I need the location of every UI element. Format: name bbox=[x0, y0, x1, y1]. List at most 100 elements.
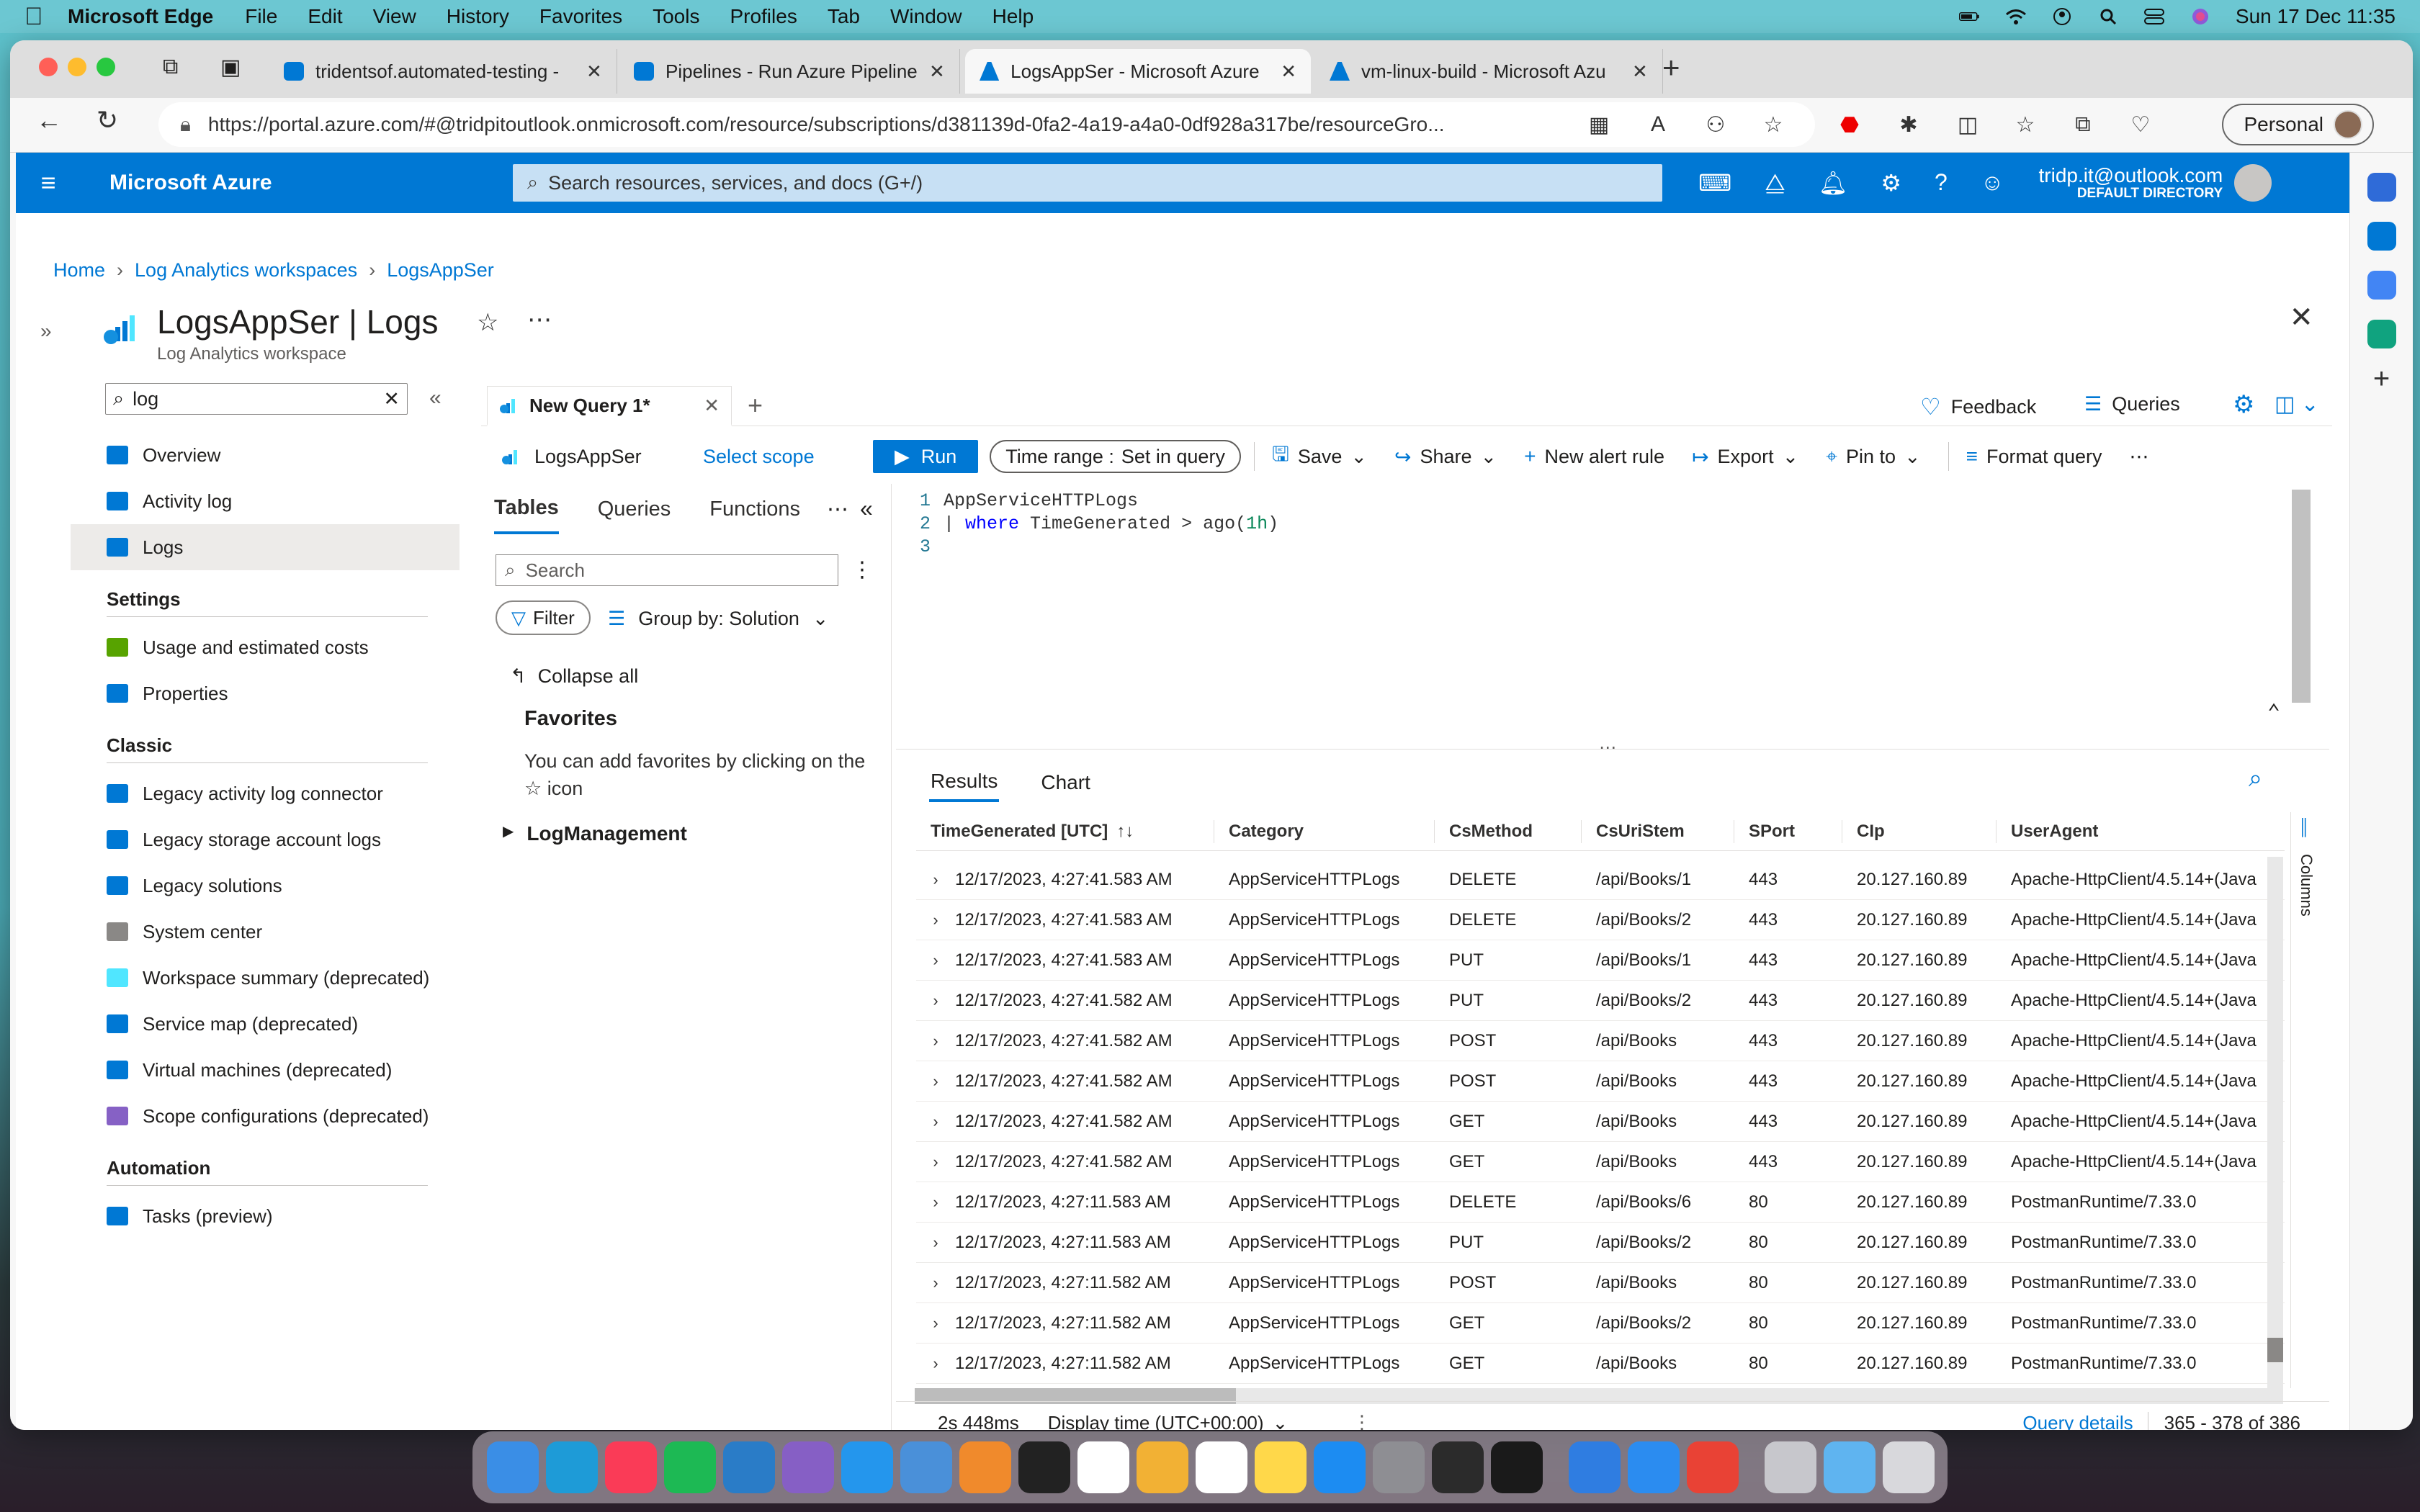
editor-resize-handle[interactable]: ⋯ bbox=[1599, 737, 1618, 758]
table-row[interactable]: › 12/17/2023, 4:27:41.583 AM AppServiceHTT… bbox=[916, 940, 2285, 981]
browser-tab-2[interactable]: Pipelines - Run Azure Pipelines ✕ bbox=[619, 49, 960, 94]
photos-icon[interactable] bbox=[1137, 1441, 1188, 1493]
col-csmethod[interactable]: CsMethod bbox=[1435, 819, 1582, 843]
table-row[interactable]: › 12/17/2023, 4:27:41.583 AM AppServiceHTT… bbox=[916, 900, 2285, 940]
directories-filter-icon[interactable]: ⧋ bbox=[1765, 169, 1785, 197]
pages-icon[interactable] bbox=[959, 1441, 1011, 1493]
feedback-icon[interactable]: ☺ bbox=[1981, 169, 2004, 197]
reading-tracker-icon[interactable]: ⚇ bbox=[1703, 112, 1729, 138]
expand-row-chevron-icon[interactable]: › bbox=[916, 1153, 955, 1171]
table-row[interactable]: › 12/17/2023, 4:27:41.582 AM AppServiceHTT… bbox=[916, 1021, 2285, 1061]
col-sport[interactable]: SPort bbox=[1734, 819, 1842, 843]
app-store-icon[interactable] bbox=[1314, 1441, 1366, 1493]
breadcrumb-logsappser[interactable]: LogsAppSer bbox=[387, 259, 494, 282]
notifications-bell-icon[interactable]: 🔔︎ bbox=[1819, 169, 1848, 197]
app-available-icon[interactable]: ▦ bbox=[1586, 112, 1612, 138]
notes-icon[interactable] bbox=[1255, 1441, 1307, 1493]
expand-row-chevron-icon[interactable]: › bbox=[916, 1112, 955, 1131]
expand-row-chevron-icon[interactable]: › bbox=[916, 1274, 955, 1292]
menu-file[interactable]: File bbox=[245, 5, 277, 28]
more-options-icon[interactable]: ⋯ bbox=[2130, 446, 2149, 468]
expand-row-chevron-icon[interactable]: › bbox=[916, 991, 955, 1010]
battery-icon[interactable] bbox=[1958, 7, 1981, 26]
back-icon[interactable]: ← bbox=[36, 105, 62, 135]
edge-icon[interactable] bbox=[546, 1441, 598, 1493]
collapse-menu-icon[interactable]: « bbox=[429, 386, 442, 410]
docker-icon[interactable] bbox=[841, 1441, 893, 1493]
col-timegenerated[interactable]: TimeGenerated [UTC] ↑↓ bbox=[916, 819, 1214, 843]
help-icon[interactable] bbox=[1765, 1441, 1816, 1493]
expand-row-chevron-icon[interactable]: › bbox=[916, 1233, 955, 1252]
tab-results[interactable]: Results bbox=[929, 763, 1000, 802]
extensions-icon[interactable]: ✱ bbox=[1896, 112, 1922, 138]
table-row[interactable]: › 12/17/2023, 4:27:11.583 AM AppServiceHTT… bbox=[916, 1223, 2285, 1263]
adblock-icon[interactable]: ⬣ bbox=[1837, 112, 1863, 138]
translate-icon[interactable] bbox=[2367, 271, 2396, 300]
azure-brand[interactable]: Microsoft Azure bbox=[109, 171, 513, 195]
vertical-more-icon[interactable]: ⋮ bbox=[851, 557, 873, 582]
queries-button[interactable]: ☰ Queries bbox=[2084, 393, 2180, 415]
menu-item-activity-log[interactable]: Activity log bbox=[71, 478, 460, 524]
menu-item-service-map-deprecated[interactable]: Service map (deprecated) bbox=[71, 1001, 460, 1047]
clear-search-icon[interactable]: ✕ bbox=[383, 388, 400, 410]
console-icon[interactable] bbox=[1432, 1441, 1484, 1493]
results-search-icon[interactable]: ⌕ bbox=[2249, 765, 2262, 793]
browser-tab-1[interactable]: tridentsof.automated-testing - ✕ bbox=[269, 49, 617, 94]
schema-search-input[interactable]: ⌕ Search bbox=[496, 554, 838, 586]
menu-item-scope-configurations-deprecated[interactable]: Scope configurations (deprecated) bbox=[71, 1093, 460, 1139]
profile-button[interactable]: Personal bbox=[2222, 104, 2374, 145]
refresh-icon[interactable]: ↻ bbox=[97, 105, 118, 135]
new-tab-icon[interactable]: + bbox=[1662, 50, 1680, 85]
menu-item-overview[interactable]: Overview bbox=[71, 432, 460, 478]
more-options-icon[interactable]: ⋯ bbox=[527, 305, 552, 334]
menu-item-logs[interactable]: Logs bbox=[71, 524, 460, 570]
expand-row-chevron-icon[interactable]: › bbox=[916, 951, 955, 970]
xcode-icon[interactable] bbox=[1569, 1441, 1621, 1493]
filter-button[interactable]: ▽ Filter bbox=[496, 600, 591, 635]
query-details-link[interactable]: Query details bbox=[2022, 1412, 2148, 1430]
editor-scrollbar[interactable] bbox=[2292, 490, 2311, 703]
close-icon[interactable]: ✕ bbox=[2289, 301, 2313, 334]
vscode-icon[interactable] bbox=[723, 1441, 775, 1493]
expand-row-chevron-icon[interactable]: › bbox=[916, 1193, 955, 1212]
new-alert-rule-button[interactable]: + New alert rule bbox=[1524, 445, 1664, 468]
cloud-shell-icon[interactable]: ⌨ bbox=[1698, 169, 1731, 197]
format-query-button[interactable]: ≡ Format query bbox=[1966, 445, 2102, 468]
menu-item-virtual-machines-deprecated[interactable]: Virtual machines (deprecated) bbox=[71, 1047, 460, 1093]
col-useragent[interactable]: UserAgent bbox=[1996, 820, 2270, 843]
collapse-panel-icon[interactable]: « bbox=[860, 495, 873, 522]
more-options-icon[interactable]: ⋯ bbox=[827, 497, 848, 522]
spotify-icon[interactable] bbox=[664, 1441, 716, 1493]
browser-essentials-icon[interactable]: ♡ bbox=[2128, 112, 2154, 138]
close-tab-icon[interactable]: ✕ bbox=[586, 60, 602, 83]
expand-menu-icon[interactable]: » bbox=[40, 320, 52, 343]
menu-item-properties[interactable]: Properties bbox=[71, 670, 460, 716]
menu-item-legacy-solutions[interactable]: Legacy solutions bbox=[71, 863, 460, 909]
wifi-icon[interactable] bbox=[2005, 7, 2027, 26]
collections-icon[interactable]: ⧉ bbox=[2070, 112, 2096, 138]
menu-item-system-center[interactable]: System center bbox=[71, 909, 460, 955]
browser-tab-4[interactable]: vm-linux-build - Microsoft Azu ✕ bbox=[1315, 49, 1663, 94]
table-row[interactable]: › 12/17/2023, 4:27:41.583 AM AppServiceHTT… bbox=[916, 860, 2285, 900]
menu-view[interactable]: View bbox=[373, 5, 416, 28]
script-editor-icon[interactable] bbox=[1491, 1441, 1543, 1493]
menu-favorites[interactable]: Favorites bbox=[539, 5, 622, 28]
group-by-dropdown[interactable]: ☰ Group by: Solution ⌄ bbox=[608, 608, 828, 630]
table-row[interactable]: › 12/17/2023, 4:27:11.582 AM AppServiceHTT… bbox=[916, 1303, 2285, 1344]
table-row[interactable]: › 12/17/2023, 4:27:11.583 AM AppServiceHTT… bbox=[916, 1182, 2285, 1223]
menu-item-usage-and-estimated-costs[interactable]: Usage and estimated costs bbox=[71, 624, 460, 670]
breadcrumb-home[interactable]: Home bbox=[53, 259, 105, 282]
window-zoom-button[interactable] bbox=[97, 58, 115, 76]
settings-gear-icon[interactable]: ⚙ bbox=[2233, 390, 2254, 419]
portal-menu-icon[interactable]: ≡ bbox=[16, 168, 81, 198]
time-range-picker[interactable]: Time range : Set in query bbox=[990, 440, 1241, 473]
workspaces-icon[interactable]: ⧉ bbox=[163, 55, 178, 79]
tab-tables[interactable]: Tables bbox=[494, 484, 559, 534]
menu-window[interactable]: Window bbox=[890, 5, 962, 28]
select-scope-link[interactable]: Select scope bbox=[703, 446, 873, 468]
col-cip[interactable]: CIp bbox=[1842, 819, 1996, 843]
menu-item-legacy-activity-log-connector[interactable]: Legacy activity log connector bbox=[71, 770, 460, 816]
account-menu[interactable]: tridp.it@outlook.com DEFAULT DIRECTORY bbox=[2039, 165, 2223, 200]
expand-row-chevron-icon[interactable]: › bbox=[916, 1314, 955, 1333]
code-line[interactable]: 3 bbox=[896, 536, 2311, 559]
